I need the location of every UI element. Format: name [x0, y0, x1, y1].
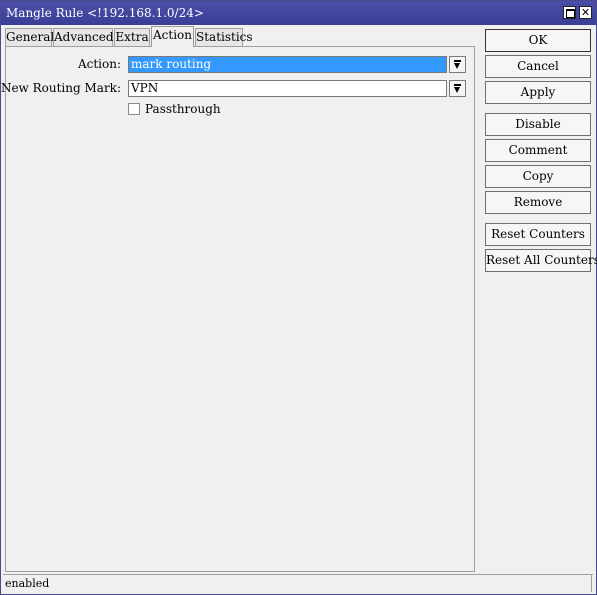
comment-button[interactable]: Comment — [485, 139, 591, 162]
apply-button[interactable]: Apply — [485, 81, 591, 104]
tab-advanced[interactable]: Advanced — [53, 28, 114, 46]
tab-general[interactable]: General — [5, 28, 54, 46]
remove-button[interactable]: Remove — [485, 191, 591, 214]
routing-mark-input[interactable]: VPN — [128, 80, 447, 97]
action-tab-panel: Action: mark routing New Routing Mark: V… — [1, 46, 475, 572]
routing-mark-dropdown-button[interactable] — [449, 80, 466, 97]
passthrough-checkbox[interactable] — [128, 103, 140, 115]
tab-statistics[interactable]: Statistics — [195, 28, 253, 46]
reset-all-counters-button[interactable]: Reset All Counters — [485, 249, 597, 272]
passthrough-label: Passthrough — [145, 102, 221, 116]
action-label: Action: — [77, 57, 121, 71]
cancel-button[interactable]: Cancel — [485, 55, 591, 78]
mangle-rule-window: Mangle Rule <!192.168.1.0/24> ✕ General … — [0, 0, 597, 595]
maximize-icon — [566, 9, 575, 18]
copy-button[interactable]: Copy — [485, 165, 591, 188]
close-icon: ✕ — [580, 6, 591, 19]
tab-extra[interactable]: Extra — [114, 28, 150, 46]
reset-counters-button[interactable]: Reset Counters — [485, 223, 591, 246]
close-button[interactable]: ✕ — [579, 6, 592, 19]
routing-mark-label: New Routing Mark: — [0, 81, 121, 95]
action-select[interactable]: mark routing — [128, 56, 447, 73]
dropdown-arrow-icon — [454, 60, 461, 69]
status-bar-divider — [591, 574, 592, 592]
status-bar: enabled — [3, 574, 593, 592]
action-dropdown-button[interactable] — [449, 56, 466, 73]
title-bar[interactable]: Mangle Rule <!192.168.1.0/24> ✕ — [1, 1, 596, 25]
maximize-button[interactable] — [563, 6, 576, 19]
tab-action[interactable]: Action — [151, 26, 194, 47]
disable-button[interactable]: Disable — [485, 113, 591, 136]
status-text: enabled — [5, 577, 50, 590]
ok-button[interactable]: OK — [485, 29, 591, 52]
window-title: Mangle Rule <!192.168.1.0/24> — [6, 6, 204, 20]
dropdown-arrow-icon — [454, 84, 461, 93]
